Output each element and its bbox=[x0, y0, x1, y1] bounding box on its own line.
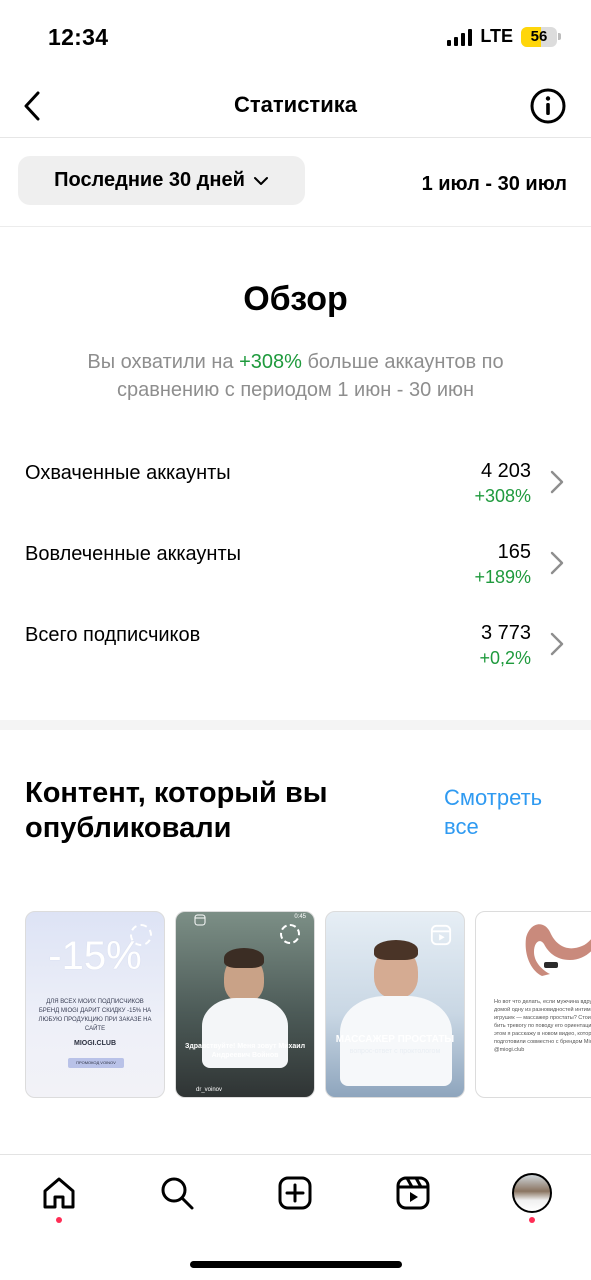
metric-value: 3 773 bbox=[480, 622, 531, 644]
post-text: Но вот что делать, если мужчина вдруг пр… bbox=[494, 999, 591, 1053]
overview-section: Обзор Вы охватили на +308% больше аккаун… bbox=[0, 228, 591, 720]
status-time: 12:34 bbox=[48, 24, 109, 50]
content-section-title: Контент, который вы опубликовали bbox=[25, 777, 328, 844]
notification-dot bbox=[56, 1217, 62, 1223]
metric-label: Охваченные аккаунты bbox=[25, 462, 231, 484]
promo-text: ДЛЯ ВСЕХ МОИХ ПОДПИСЧИКОВ БРЕНД MIOGI ДА… bbox=[38, 999, 152, 1032]
chevron-right-icon bbox=[550, 470, 564, 494]
tab-profile[interactable] bbox=[512, 1173, 552, 1213]
promo-code: ПРОМОКОД VOINOV bbox=[68, 1058, 124, 1068]
nav-header: Статистика bbox=[0, 76, 591, 138]
filter-row: Последние 30 дней 1 июл - 30 июл bbox=[0, 139, 591, 227]
post-thumbnail-reel[interactable]: МАССАЖЕР ПРОСТАТЫ вопрос-ответ с проктол… bbox=[325, 911, 465, 1098]
search-icon bbox=[161, 1177, 194, 1210]
chevron-right-icon bbox=[550, 632, 564, 656]
metric-row-followers[interactable]: Всего подписчиков 3 773 +0,2% bbox=[0, 620, 591, 700]
battery-icon: 56 bbox=[521, 26, 561, 47]
tab-search[interactable] bbox=[157, 1173, 197, 1213]
avatar bbox=[512, 1173, 552, 1213]
section-divider bbox=[0, 720, 591, 730]
metric-label: Вовлеченные аккаунты bbox=[25, 543, 241, 565]
tab-reels[interactable] bbox=[393, 1173, 433, 1213]
product-image bbox=[525, 924, 591, 976]
reels-icon bbox=[430, 924, 452, 946]
metric-row-engaged[interactable]: Вовлеченные аккаунты 165 +189% bbox=[0, 539, 591, 619]
video-handle: dr_voinov bbox=[196, 1087, 223, 1093]
person-hair bbox=[374, 940, 418, 960]
video-caption: Здравствуйте! Меня зовут Михаил Андрееви… bbox=[184, 1043, 306, 1059]
create-icon bbox=[278, 1176, 312, 1210]
metric-delta: +0,2% bbox=[479, 648, 531, 668]
growth-highlight: +308% bbox=[239, 351, 302, 373]
info-button[interactable] bbox=[529, 87, 567, 125]
video-subcaption: вопрос-ответ с проктологом bbox=[349, 1048, 441, 1055]
signal-strength-icon bbox=[447, 28, 473, 46]
metric-delta: +308% bbox=[474, 486, 531, 506]
home-icon bbox=[43, 1177, 75, 1209]
reels-icon bbox=[396, 1176, 430, 1210]
metric-delta: +189% bbox=[474, 567, 531, 587]
tab-create[interactable] bbox=[275, 1173, 315, 1213]
period-dropdown[interactable]: Последние 30 дней bbox=[18, 156, 305, 205]
info-circle-icon bbox=[530, 88, 566, 124]
video-duration: 0:45 bbox=[294, 914, 306, 920]
post-thumbnail-promo[interactable]: -15% ДЛЯ ВСЕХ МОИХ ПОДПИСЧИКОВ БРЕНД MIO… bbox=[25, 911, 165, 1098]
period-label: Последние 30 дней bbox=[54, 169, 245, 191]
reels-icon bbox=[194, 914, 206, 926]
promo-discount: -15% bbox=[48, 934, 142, 978]
date-range: 1 июл - 30 июл bbox=[421, 173, 567, 195]
metric-value: 165 bbox=[497, 541, 531, 563]
promo-brand: MIOGI.CLUB bbox=[74, 1040, 116, 1047]
video-caption: МАССАЖЕР ПРОСТАТЫ bbox=[335, 1034, 455, 1045]
metric-row-reached[interactable]: Охваченные аккаунты 4 203 +308% bbox=[0, 458, 591, 538]
overview-title: Обзор bbox=[243, 280, 348, 318]
battery-level: 56 bbox=[530, 27, 548, 45]
overview-subtitle: Вы охватили на +308% больше аккаунтов по… bbox=[87, 351, 504, 401]
person-hair bbox=[224, 948, 264, 968]
content-carousel[interactable]: -15% ДЛЯ ВСЕХ МОИХ ПОДПИСЧИКОВ БРЕНД MIO… bbox=[25, 911, 591, 1099]
status-bar: 12:34 LTE 56 bbox=[0, 0, 591, 76]
home-indicator bbox=[190, 1261, 402, 1268]
chevron-down-icon bbox=[253, 176, 268, 185]
status-indicators: LTE 56 bbox=[447, 26, 561, 47]
notification-dot bbox=[529, 1217, 535, 1223]
network-type: LTE bbox=[480, 26, 513, 46]
metric-value: 4 203 bbox=[480, 460, 531, 482]
post-thumbnail-text[interactable]: Но вот что делать, если мужчина вдруг пр… bbox=[475, 911, 591, 1098]
loading-ring-icon bbox=[280, 924, 300, 944]
metric-label: Всего подписчиков bbox=[25, 624, 201, 646]
page-title: Статистика bbox=[234, 92, 357, 117]
chevron-right-icon bbox=[550, 551, 564, 575]
tab-home[interactable] bbox=[39, 1173, 79, 1213]
post-thumbnail-video[interactable]: 0:45 Здравствуйте! Меня зовут Михаил Анд… bbox=[175, 911, 315, 1098]
see-all-link[interactable]: Смотреть все bbox=[444, 783, 574, 841]
